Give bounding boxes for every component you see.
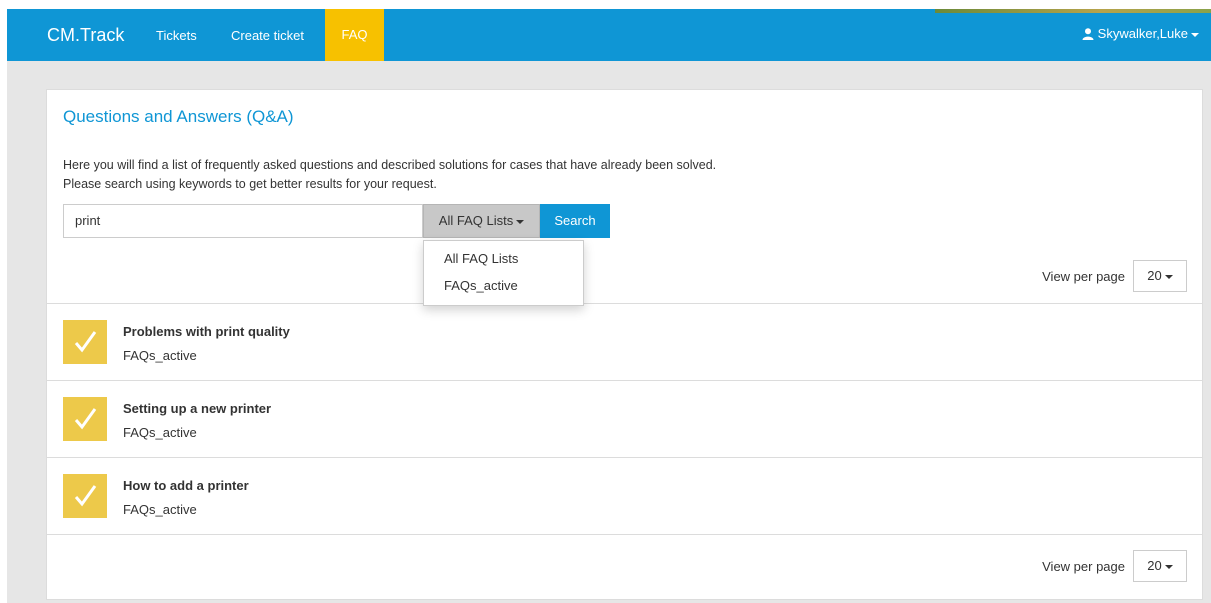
faq-result-item[interactable]: Setting up a new printer FAQs_active: [47, 381, 1202, 457]
page-size-select[interactable]: 20: [1133, 550, 1187, 582]
checkmark-icon: [63, 397, 107, 441]
page-size-value: 20: [1147, 558, 1162, 573]
window-left-edge: [0, 0, 7, 603]
dropdown-option-faqs-active[interactable]: FAQs_active: [444, 278, 518, 293]
dropdown-option-all-faq-lists[interactable]: All FAQ Lists: [444, 251, 518, 266]
chevron-down-icon: [1191, 32, 1199, 37]
user-name: Skywalker,Luke: [1097, 26, 1188, 41]
nav-decoration: [935, 9, 1211, 13]
faq-list-selected: All FAQ Lists: [438, 213, 514, 228]
chevron-down-icon: [1164, 564, 1173, 569]
checkmark-icon: [63, 474, 107, 518]
chevron-down-icon: [1164, 274, 1173, 279]
user-icon: [1082, 28, 1094, 43]
nav-faq[interactable]: FAQ: [325, 9, 384, 61]
divider: [47, 534, 1202, 535]
faq-list-dropdown-button[interactable]: All FAQ Lists: [423, 204, 540, 238]
faq-result-item[interactable]: How to add a printer FAQs_active: [47, 458, 1202, 534]
description-line: Here you will find a list of frequently …: [63, 158, 717, 172]
nav-create-ticket[interactable]: Create ticket: [231, 28, 304, 43]
faq-result-item[interactable]: Problems with print quality FAQs_active: [47, 304, 1202, 380]
top-navbar: CM.Track Tickets Create ticket FAQ Skywa…: [7, 9, 1211, 61]
search-input[interactable]: print: [63, 204, 423, 238]
faq-result-list: FAQs_active: [123, 425, 197, 440]
nav-tickets[interactable]: Tickets: [156, 28, 197, 43]
page-size-select[interactable]: 20: [1133, 260, 1187, 292]
faq-panel: Questions and Answers (Q&A) Here you wil…: [46, 89, 1203, 600]
page-title: Questions and Answers (Q&A): [63, 107, 294, 126]
faq-result-title[interactable]: Setting up a new printer: [123, 401, 271, 416]
page-size-value: 20: [1147, 268, 1162, 283]
page-description: Here you will find a list of frequently …: [63, 156, 716, 194]
faq-result-list: FAQs_active: [123, 502, 197, 517]
user-menu[interactable]: Skywalker,Luke: [1082, 26, 1199, 43]
description-line: Please search using keywords to get bett…: [63, 177, 437, 191]
brand-logo[interactable]: CM.Track: [47, 25, 124, 46]
pagination-top: View per page 20: [937, 260, 1187, 292]
faq-list-dropdown-menu: All FAQ Lists FAQs_active: [423, 240, 584, 306]
view-per-page-label: View per page: [1042, 559, 1125, 574]
pagination-bottom: View per page 20: [937, 550, 1187, 582]
faq-result-list: FAQs_active: [123, 348, 197, 363]
chevron-down-icon: [516, 219, 525, 224]
search-button[interactable]: Search: [540, 204, 610, 238]
checkmark-icon: [63, 320, 107, 364]
view-per-page-label: View per page: [1042, 269, 1125, 284]
faq-result-title[interactable]: Problems with print quality: [123, 324, 290, 339]
faq-result-title[interactable]: How to add a printer: [123, 478, 249, 493]
